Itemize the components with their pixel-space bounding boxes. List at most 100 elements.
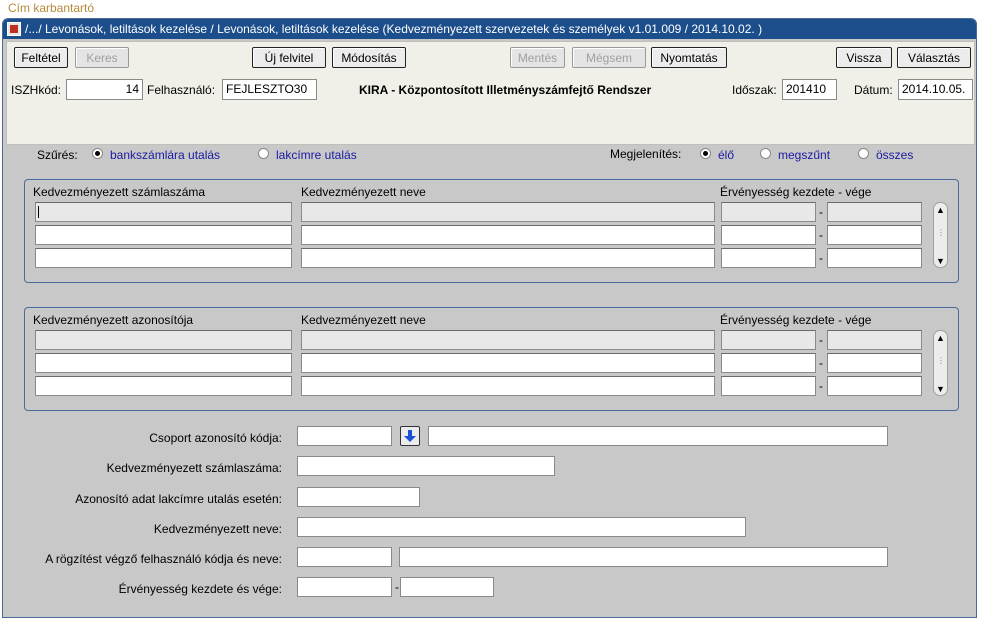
filter-bank-radio[interactable] bbox=[92, 148, 103, 159]
row2-account-cell[interactable] bbox=[35, 225, 292, 245]
col-name-header: Kedvezményezett neve bbox=[301, 313, 426, 327]
recorder-code-field[interactable] bbox=[297, 547, 392, 567]
back-button[interactable]: Vissza bbox=[836, 47, 892, 68]
row1-end-cell[interactable] bbox=[827, 330, 922, 350]
iszh-label: ISZHkód: bbox=[11, 83, 62, 97]
scroll-up-icon[interactable]: ▲ bbox=[935, 204, 946, 215]
header-panel: Feltétel Keres Új felvitel Módosítás Men… bbox=[6, 41, 975, 145]
row3-account-cell[interactable] bbox=[35, 248, 292, 268]
display-live-radio[interactable] bbox=[700, 148, 711, 159]
row1-name-cell[interactable] bbox=[301, 202, 715, 222]
scroll-down-icon[interactable]: ▼ bbox=[935, 383, 946, 394]
period-field[interactable]: 201410 bbox=[782, 79, 837, 100]
group-name-field[interactable] bbox=[428, 426, 888, 446]
row2-end-cell[interactable] bbox=[827, 225, 922, 245]
feltetel-button[interactable]: Feltétel bbox=[14, 47, 68, 68]
address-id-field[interactable] bbox=[297, 487, 420, 507]
print-button[interactable]: Nyomtatás bbox=[651, 47, 727, 68]
row3-start-cell[interactable] bbox=[721, 376, 816, 396]
validity-label: Érvényesség kezdete és vége: bbox=[118, 582, 282, 596]
filter-address-radio[interactable] bbox=[258, 148, 269, 159]
filter-address-label[interactable]: lakcímre utalás bbox=[276, 148, 357, 162]
row2-name-cell[interactable] bbox=[301, 225, 715, 245]
row1-account-cell[interactable] bbox=[35, 202, 292, 222]
new-record-button[interactable]: Új felvitel bbox=[252, 47, 326, 68]
window-title: /.../ Levonások, letiltások kezelése / L… bbox=[25, 22, 763, 36]
row2-name-cell[interactable] bbox=[301, 353, 715, 373]
col-validity-header: Érvényesség kezdete - vége bbox=[720, 313, 872, 327]
row1-id-cell[interactable] bbox=[35, 330, 292, 350]
row1-start-cell[interactable] bbox=[721, 202, 816, 222]
row3-name-cell[interactable] bbox=[301, 248, 715, 268]
beneficiary-name-field[interactable] bbox=[297, 517, 746, 537]
iszh-field[interactable]: 14 bbox=[66, 79, 143, 100]
arrow-down-icon bbox=[404, 430, 416, 442]
recorder-name-field[interactable] bbox=[399, 547, 888, 567]
validity-dash: - bbox=[395, 580, 399, 594]
display-ended-label[interactable]: megszűnt bbox=[778, 148, 830, 162]
row2-dash: - bbox=[819, 228, 823, 242]
select-button[interactable]: Választás bbox=[897, 47, 971, 68]
app-icon bbox=[7, 22, 21, 36]
row2-start-cell[interactable] bbox=[721, 353, 816, 373]
content-area: Szűrés: bankszámlára utalás lakcímre uta… bbox=[3, 145, 976, 617]
row1-start-cell[interactable] bbox=[721, 330, 816, 350]
account-list-block: Kedvezményezett számlaszáma Kedvezményez… bbox=[24, 179, 959, 283]
scroll-down-icon[interactable]: ▼ bbox=[935, 255, 946, 266]
display-live-label[interactable]: élő bbox=[718, 148, 734, 162]
row1-end-cell[interactable] bbox=[827, 202, 922, 222]
cancel-button[interactable]: Mégsem bbox=[572, 47, 646, 68]
id-list-block: Kedvezményezett azonosítója Kedvezményez… bbox=[24, 307, 959, 411]
modify-button[interactable]: Módosítás bbox=[332, 47, 406, 68]
col-account-header: Kedvezményezett számlaszáma bbox=[33, 185, 206, 199]
filter-label: Szűrés: bbox=[37, 148, 78, 162]
row3-end-cell[interactable] bbox=[827, 248, 922, 268]
keres-button[interactable]: Keres bbox=[75, 47, 129, 68]
row3-dash: - bbox=[819, 251, 823, 265]
row3-start-cell[interactable] bbox=[721, 248, 816, 268]
date-field[interactable]: 2014.10.05. bbox=[898, 79, 973, 100]
scroll-up-icon[interactable]: ▲ bbox=[935, 332, 946, 343]
main-window: /.../ Levonások, letiltások kezelése / L… bbox=[2, 18, 977, 618]
beneficiary-name-label: Kedvezményezett neve: bbox=[153, 522, 282, 536]
row2-id-cell[interactable] bbox=[35, 353, 292, 373]
row3-dash: - bbox=[819, 379, 823, 393]
row3-name-cell[interactable] bbox=[301, 376, 715, 396]
row2-start-cell[interactable] bbox=[721, 225, 816, 245]
system-title: KIRA - Központosított Illetményszámfejtő… bbox=[359, 83, 652, 97]
filter-bank-label[interactable]: bankszámlára utalás bbox=[110, 148, 220, 162]
recorder-label: A rögzítést végző felhasználó kódja és n… bbox=[45, 552, 282, 566]
period-label: Időszak: bbox=[732, 83, 777, 97]
user-label: Felhasználó: bbox=[147, 83, 216, 97]
save-button[interactable]: Mentés bbox=[510, 47, 565, 68]
scroll-thumb-icon[interactable]: ⋮ bbox=[937, 229, 945, 240]
display-all-radio[interactable] bbox=[858, 148, 869, 159]
scroll-thumb-icon[interactable]: ⋮ bbox=[937, 357, 945, 368]
date-label: Dátum: bbox=[854, 83, 893, 97]
row2-dash: - bbox=[819, 356, 823, 370]
row3-end-cell[interactable] bbox=[827, 376, 922, 396]
group-code-label: Csoport azonosító kódja: bbox=[149, 431, 282, 445]
display-all-label[interactable]: összes bbox=[876, 148, 913, 162]
row2-end-cell[interactable] bbox=[827, 353, 922, 373]
col-id-header: Kedvezményezett azonosítója bbox=[33, 313, 194, 327]
display-ended-radio[interactable] bbox=[760, 148, 771, 159]
validity-end-field[interactable] bbox=[400, 577, 494, 597]
col-name-header: Kedvezményezett neve bbox=[301, 185, 426, 199]
account-number-field[interactable] bbox=[297, 456, 555, 476]
row3-id-cell[interactable] bbox=[35, 376, 292, 396]
account-number-label: Kedvezményezett számlaszáma: bbox=[106, 461, 282, 475]
row1-dash: - bbox=[819, 205, 823, 219]
group-lookup-button[interactable] bbox=[400, 426, 420, 446]
row1-name-cell[interactable] bbox=[301, 330, 715, 350]
address-id-label: Azonosító adat lakcímre utalás esetén: bbox=[75, 492, 282, 506]
user-field[interactable]: FEJLESZTO30 bbox=[222, 79, 317, 100]
block1-scrollbar[interactable]: ▲ ⋮ ▼ bbox=[933, 202, 948, 268]
block2-scrollbar[interactable]: ▲ ⋮ ▼ bbox=[933, 330, 948, 396]
group-code-field[interactable] bbox=[297, 426, 392, 446]
validity-start-field[interactable] bbox=[297, 577, 392, 597]
window-titlebar[interactable]: /.../ Levonások, letiltások kezelése / L… bbox=[3, 19, 976, 39]
display-label: Megjelenítés: bbox=[610, 147, 682, 161]
outer-window-title: Cím karbantartó bbox=[8, 1, 95, 15]
row1-dash: - bbox=[819, 333, 823, 347]
